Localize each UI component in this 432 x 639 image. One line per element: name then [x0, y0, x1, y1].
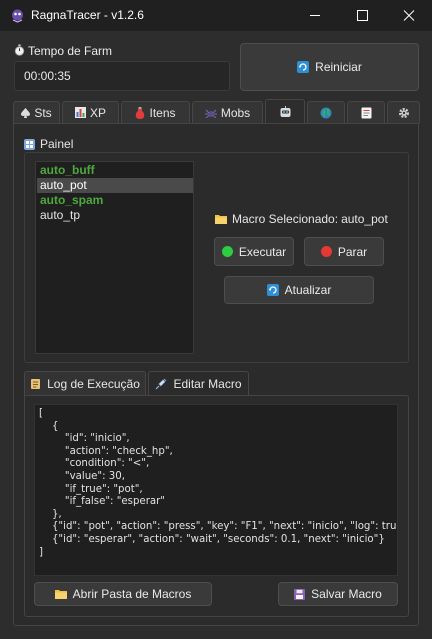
refresh-icon — [297, 61, 310, 73]
maximize-button[interactable] — [339, 0, 385, 31]
tab-mobs[interactable]: Mobs — [192, 101, 263, 123]
tab-notes[interactable] — [347, 101, 385, 123]
panel-icon — [24, 138, 35, 150]
bar-chart-icon — [74, 107, 86, 118]
refresh-button[interactable]: Atualizar — [224, 276, 374, 304]
refresh-icon — [266, 284, 279, 296]
restart-button[interactable]: Reiniciar — [240, 43, 419, 91]
gear-icon — [398, 107, 410, 119]
macro-list-item[interactable]: auto_pot — [37, 178, 193, 193]
app-logo-icon — [10, 8, 25, 23]
globe-icon — [320, 107, 332, 119]
tab-macro[interactable] — [265, 99, 305, 123]
selected-macro-label: Macro Selecionado: auto_pot — [215, 212, 388, 226]
tab-edit-macro[interactable]: Editar Macro — [148, 371, 249, 396]
robot-icon — [279, 105, 292, 118]
notes-icon — [361, 107, 372, 119]
tab-xp[interactable]: XP — [62, 101, 119, 123]
macro-list-item[interactable]: auto_spam — [37, 193, 193, 208]
farm-time-label: Tempo de Farm — [14, 44, 112, 58]
execute-button[interactable]: Executar — [214, 237, 294, 266]
macro-json-editor[interactable]: [ { "id": "inicio", "action": "check_hp"… — [34, 404, 398, 576]
folder-icon — [215, 214, 227, 224]
minimize-button[interactable] — [292, 0, 338, 31]
macro-list-item[interactable]: auto_buff — [37, 163, 193, 178]
window-title: RagnaTracer - v1.2.6 — [31, 8, 144, 22]
macro-list[interactable]: auto_buff auto_pot auto_spam auto_tp — [35, 161, 194, 354]
stop-button[interactable]: Parar — [304, 237, 384, 266]
macro-list-item[interactable]: auto_tp — [37, 208, 193, 223]
folder-icon — [54, 589, 67, 599]
tab-sts[interactable]: Sts — [13, 101, 60, 123]
spider-icon — [204, 108, 217, 118]
red-circle-icon — [320, 246, 332, 257]
painel-label: Painel — [24, 137, 73, 151]
tab-globe[interactable] — [307, 101, 345, 123]
open-macros-folder-button[interactable]: Abrir Pasta de Macros — [34, 582, 212, 606]
scroll-icon — [30, 378, 41, 390]
spade-icon — [21, 107, 31, 118]
tab-itens[interactable]: Itens — [121, 101, 190, 123]
save-macro-button[interactable]: Salvar Macro — [278, 582, 398, 606]
stopwatch-icon — [14, 44, 25, 56]
potion-icon — [135, 106, 145, 119]
farm-timer-display: 00:00:35 — [14, 61, 230, 91]
floppy-disk-icon — [294, 588, 306, 600]
close-button[interactable] — [386, 0, 432, 31]
tab-execution-log[interactable]: Log de Execução — [24, 371, 146, 396]
title-bar: RagnaTracer - v1.2.6 — [0, 0, 432, 31]
green-circle-icon — [221, 246, 233, 257]
syringe-icon — [155, 378, 167, 390]
tab-settings[interactable] — [387, 101, 420, 123]
